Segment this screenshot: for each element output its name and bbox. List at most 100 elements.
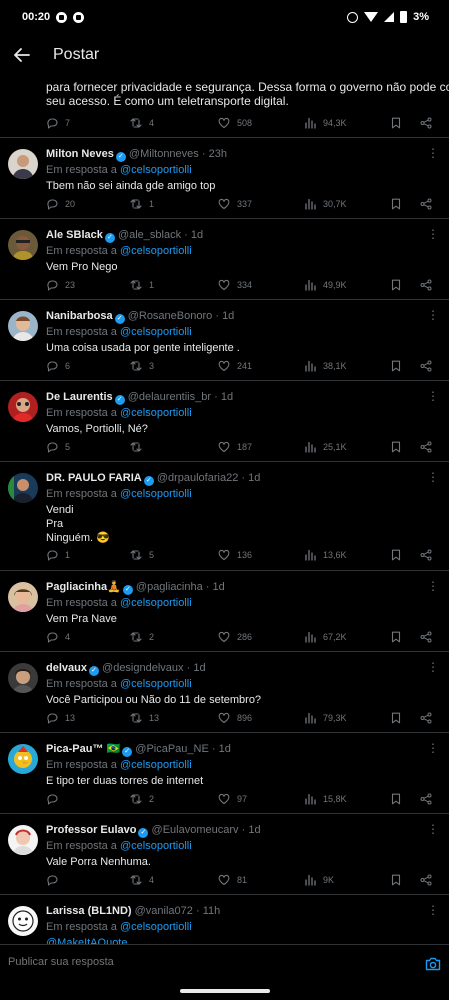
avatar[interactable] [8,230,38,260]
timestamp[interactable]: 1d [221,391,233,403]
user-handle[interactable]: @vanila072 [135,905,193,917]
retweet-button[interactable]: 1 [130,277,154,293]
user-handle[interactable]: @ale_sblack [118,229,181,241]
retweet-button[interactable]: 4 [130,872,154,888]
reply-to-mention[interactable]: @celsoportiolli [120,488,192,500]
retweet-button[interactable]: 3 [130,358,154,374]
share-button[interactable] [420,872,432,888]
timestamp[interactable]: 1d [248,472,260,484]
display-name[interactable]: Pagliacinha🧘 [46,581,121,593]
user-handle[interactable]: @Miltonneves [129,148,199,160]
like-button[interactable]: 508 [218,115,252,131]
avatar[interactable] [8,663,38,693]
like-button[interactable]: 896 [218,710,252,726]
reply-to-mention[interactable]: @celsoportiolli [120,245,192,257]
reply-button[interactable] [46,791,65,807]
more-options-icon[interactable]: ⋮ [427,741,439,755]
display-name[interactable]: Professor Eulavo [46,824,136,836]
reply-tweet[interactable]: Pica-Pau™ 🇧🇷 ✓ @PicaPau_NE · 1d ⋮ Em resp… [0,732,449,813]
user-handle[interactable]: @delaurentiis_br [128,391,211,403]
display-name[interactable]: Milton Neves [46,148,114,160]
views-button[interactable]: 49,9K [304,277,347,293]
more-options-icon[interactable]: ⋮ [427,903,439,917]
like-button[interactable]: 286 [218,629,252,645]
reply-to-mention[interactable]: @celsoportiolli [120,840,192,852]
bookmark-button[interactable] [390,358,402,374]
more-options-icon[interactable]: ⋮ [427,308,439,322]
like-button[interactable]: 187 [218,439,252,455]
share-button[interactable] [420,710,432,726]
share-button[interactable] [420,196,432,212]
timestamp[interactable]: 1d [248,824,260,836]
reply-button[interactable]: 13 [46,710,75,726]
avatar[interactable] [8,825,38,855]
reply-tweet[interactable]: DR. PAULO FARIA ✓ @drpaulofaria22 · 1d ⋮ … [0,461,449,570]
reply-tweet[interactable]: Milton Neves ✓ @Miltonneves · 23h ⋮ Em re… [0,137,449,218]
user-handle[interactable]: @designdelvaux [102,662,184,674]
avatar[interactable] [8,906,38,936]
retweet-button[interactable]: 4 [130,115,154,131]
share-button[interactable] [420,547,432,563]
reply-to-mention[interactable]: @celsoportiolli [120,326,192,338]
retweet-button[interactable]: 1 [130,196,154,212]
timestamp[interactable]: 1d [193,662,205,674]
display-name[interactable]: Nanibarbosa [46,310,113,322]
share-button[interactable] [420,439,432,455]
more-options-icon[interactable]: ⋮ [427,227,439,241]
reply-tweet[interactable]: Pagliacinha🧘 ✓ @pagliacinha · 1d ⋮ Em res… [0,570,449,651]
reply-button[interactable]: 5 [46,439,70,455]
user-handle[interactable]: @RosaneBonoro [128,310,213,322]
reply-to-mention[interactable]: @celsoportiolli [120,921,192,933]
like-button[interactable]: 136 [218,547,252,563]
reply-button[interactable]: 20 [46,196,75,212]
reply-to-mention[interactable]: @celsoportiolli [120,678,192,690]
display-name[interactable]: DR. PAULO FARIA [46,472,142,484]
reply-to-mention[interactable]: @celsoportiolli [120,164,192,176]
reply-to-mention[interactable]: @celsoportiolli [120,407,192,419]
retweet-button[interactable]: 2 [130,791,154,807]
like-button[interactable]: 97 [218,791,247,807]
avatar[interactable] [8,149,38,179]
body-mention-link[interactable]: @MakeItAQuote [46,936,426,944]
more-options-icon[interactable]: ⋮ [427,660,439,674]
bookmark-button[interactable] [390,277,402,293]
views-button[interactable]: 13,6K [304,547,347,563]
like-button[interactable]: 241 [218,358,252,374]
display-name[interactable]: Pica-Pau™ 🇧🇷 [46,743,120,755]
reply-button[interactable]: 7 [46,115,70,131]
bookmark-button[interactable] [390,791,402,807]
more-options-icon[interactable]: ⋮ [427,470,439,484]
reply-button[interactable]: 6 [46,358,70,374]
bookmark-button[interactable] [390,629,402,645]
timestamp[interactable]: 11h [203,905,221,917]
retweet-button[interactable]: 13 [130,710,159,726]
share-button[interactable] [420,629,432,645]
avatar[interactable] [8,392,38,422]
home-indicator[interactable] [180,989,270,993]
avatar[interactable] [8,473,38,503]
views-button[interactable]: 9K [304,872,334,888]
reply-to-mention[interactable]: @celsoportiolli [120,759,192,771]
more-options-icon[interactable]: ⋮ [427,146,439,160]
views-button[interactable]: 79,3K [304,710,347,726]
share-button[interactable] [420,358,432,374]
more-options-icon[interactable]: ⋮ [427,579,439,593]
like-button[interactable]: 337 [218,196,252,212]
reply-tweet[interactable]: Professor Eulavo ✓ @Eulavomeucarv · 1d ⋮ … [0,813,449,894]
replies-feed[interactable]: para fornecer privacidade e segurança. D… [0,76,449,944]
bookmark-button[interactable] [390,710,402,726]
bookmark-button[interactable] [390,196,402,212]
display-name[interactable]: Larissa (BL1ND) [46,905,132,917]
reply-input[interactable] [8,956,388,968]
views-button[interactable]: 30,7K [304,196,347,212]
display-name[interactable]: delvaux [46,662,87,674]
avatar[interactable] [8,582,38,612]
views-button[interactable]: 25,1K [304,439,347,455]
timestamp[interactable]: 23h [209,148,227,160]
reply-button[interactable]: 1 [46,547,70,563]
share-button[interactable] [420,791,432,807]
more-options-icon[interactable]: ⋮ [427,389,439,403]
timestamp[interactable]: 1d [191,229,203,241]
retweet-button[interactable]: 2 [130,629,154,645]
share-button[interactable] [420,115,432,131]
